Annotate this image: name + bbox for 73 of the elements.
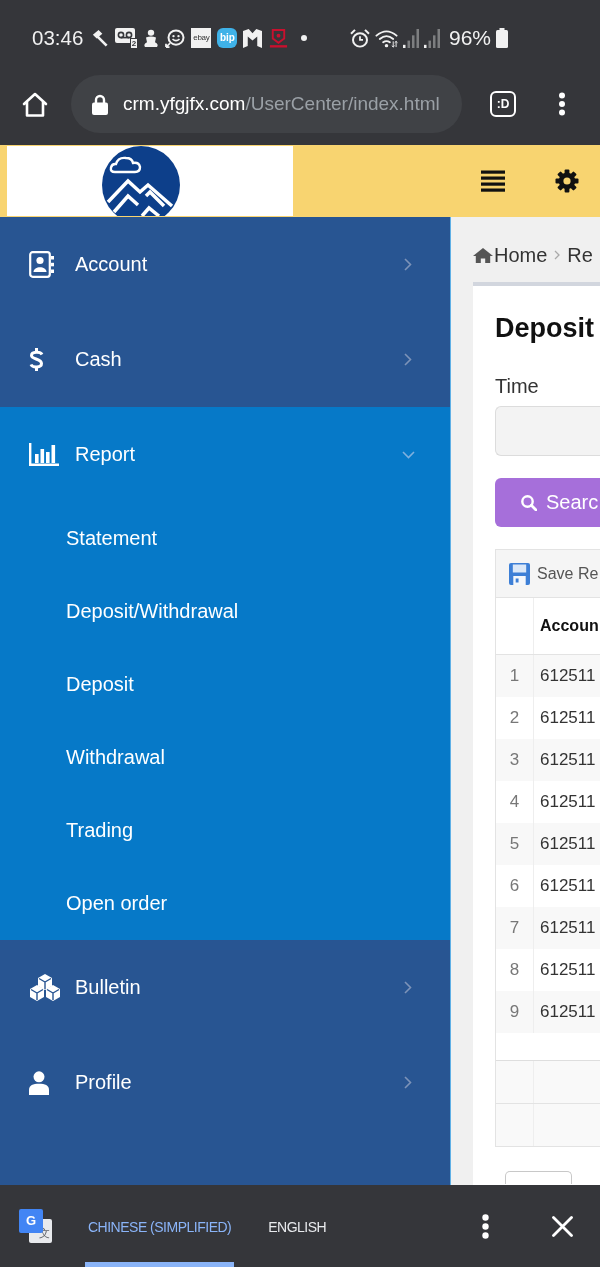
chevron-right-icon — [404, 258, 412, 271]
clock-time: 03:46 — [32, 26, 84, 50]
signal-icon — [423, 28, 440, 48]
voicemail-icon — [115, 28, 136, 43]
table-cell-text: 612511 — [539, 959, 597, 981]
sidebar-menu-item[interactable]: Cash — [0, 312, 450, 407]
notification-dot-icon — [301, 35, 308, 41]
column-header: Accoun — [539, 616, 600, 636]
breadcrumb-link[interactable]: Home — [473, 243, 548, 267]
table-cell-text: 612511 — [539, 665, 597, 687]
field-label: Time — [495, 374, 540, 398]
chevron-right-icon — [404, 353, 412, 366]
lock-icon — [92, 93, 108, 115]
table-cell-text: 612511 — [539, 875, 597, 897]
app-logo-icon — [243, 28, 263, 48]
save-button[interactable]: Save Re — [509, 562, 599, 585]
menu-icon[interactable] — [558, 92, 566, 116]
chevron-down-icon — [402, 450, 415, 459]
language-tab[interactable]: ENGLISH — [265, 1205, 330, 1267]
search-button[interactable]: Searc — [495, 478, 600, 527]
address-book-icon — [29, 251, 54, 278]
alarm-icon — [349, 28, 370, 48]
more-options-icon[interactable] — [482, 1213, 489, 1239]
sidebar-menu-item[interactable]: Profile — [0, 1035, 450, 1130]
page-title: Deposit — [495, 312, 595, 345]
sidebar-menu-item[interactable]: Account — [0, 217, 450, 312]
hammer-icon — [90, 28, 110, 48]
menu-icon[interactable] — [481, 170, 505, 192]
sidebar-menu-item[interactable]: Bulletin — [0, 940, 450, 1035]
language-tab[interactable]: CHINESE (SIMPLIFIED) — [85, 1205, 235, 1267]
table-cell-text: 612511 — [539, 791, 597, 813]
submenu-item[interactable]: Statement — [0, 502, 450, 575]
count-badge: 2 — [129, 38, 139, 49]
table-cell-text: 612511 — [539, 749, 597, 771]
address-bar[interactable]: crm.yfgjfx.com/UserCenter/index.html — [71, 75, 462, 133]
translate-letter-tile: G — [19, 1209, 43, 1233]
table-cell-text: 612511 — [539, 917, 597, 939]
search-icon — [521, 494, 537, 511]
signal-icon — [402, 28, 419, 48]
submenu-item[interactable]: Deposit — [0, 648, 450, 721]
cubes-icon — [29, 974, 61, 1001]
chevron-right-icon — [404, 1076, 412, 1089]
chevron-right-icon — [404, 981, 412, 994]
chevron-right-icon — [554, 250, 561, 260]
home-icon — [473, 247, 493, 263]
home-icon[interactable] — [22, 91, 48, 117]
close-icon[interactable] — [552, 1215, 573, 1237]
submenu-item[interactable]: Deposit/Withdrawal — [0, 575, 450, 648]
battery-icon — [496, 28, 508, 48]
time-input-field[interactable] — [495, 406, 600, 456]
bar-chart-icon — [29, 443, 59, 466]
row-number: 9 — [496, 991, 534, 1033]
table-cell-text: 612511 — [539, 707, 597, 729]
app-logo-tile: ebay — [191, 28, 212, 48]
submenu-item[interactable]: Open order — [0, 867, 450, 940]
breadcrumb-link[interactable]: Re — [567, 243, 593, 267]
submenu-item[interactable]: Withdrawal — [0, 721, 450, 794]
tab-switcher-button[interactable]: :D — [490, 91, 516, 117]
sidebar-menu-item[interactable]: Report — [0, 407, 450, 502]
user-icon — [29, 1070, 49, 1095]
dollar-icon — [29, 348, 44, 371]
battery-percent: 96% — [448, 26, 491, 50]
app-logo-icon — [268, 28, 290, 48]
app-logo-bubble: bip — [217, 28, 238, 48]
url-path: /UserCenter/index.html — [245, 93, 440, 115]
table-cell-text: 612511 — [539, 833, 597, 855]
smiley-icon — [165, 28, 186, 48]
wifi-icon — [374, 28, 398, 48]
person-icon — [143, 28, 160, 48]
settings-icon[interactable] — [555, 169, 579, 193]
submenu-item[interactable]: Trading — [0, 794, 450, 867]
url-host: crm.yfgjfx.com — [123, 93, 246, 115]
table-cell-text: 612511 — [539, 1001, 597, 1023]
